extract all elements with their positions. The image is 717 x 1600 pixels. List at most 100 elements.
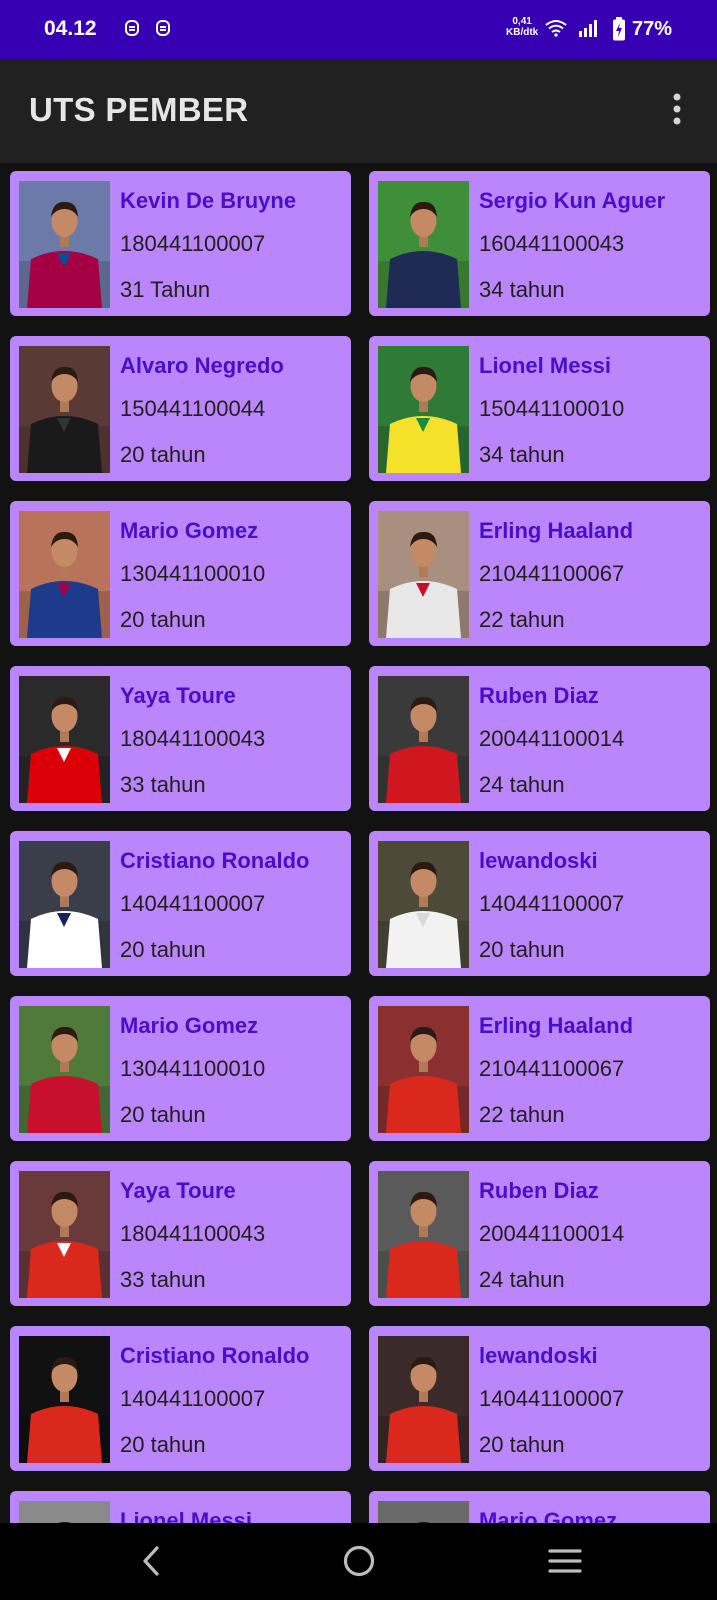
player-photo: [378, 511, 469, 638]
player-name: Cristiano Ronaldo: [120, 848, 310, 873]
player-name: Mario Gomez: [120, 518, 259, 543]
player-card[interactable]: Alvaro Negredo 150441100044 20 tahun: [10, 336, 351, 481]
status-bar: 04.12 0,41 KB/dtk 77%: [0, 0, 717, 59]
player-nim: 160441100043: [479, 231, 625, 256]
page-title: UTS PEMBER: [29, 91, 249, 128]
player-name: Lionel Messi: [120, 1508, 253, 1523]
player-photo: [19, 1336, 110, 1463]
signal-icon: [578, 19, 600, 42]
player-nim: 140441100007: [120, 891, 266, 916]
player-name: Erling Haaland: [479, 518, 634, 543]
player-name: Alvaro Negredo: [120, 353, 284, 378]
player-age: 24 tahun: [479, 772, 565, 797]
player-photo: [19, 511, 110, 638]
player-age: 34 tahun: [479, 277, 565, 302]
player-nim: 150441100010: [479, 396, 625, 421]
player-name: Kevin De Bruyne: [120, 188, 297, 213]
player-name: lewandoski: [479, 1343, 598, 1368]
player-nim: 140441100007: [479, 891, 625, 916]
player-card[interactable]: lewandoski 140441100007 20 tahun: [369, 1326, 710, 1471]
player-card[interactable]: Mario Gomez: [369, 1491, 710, 1523]
player-card[interactable]: Cristiano Ronaldo 140441100007 20 tahun: [10, 831, 351, 976]
player-age: 20 tahun: [120, 1102, 206, 1127]
player-age: 24 tahun: [479, 1267, 565, 1292]
app-bar: UTS PEMBER: [0, 59, 717, 163]
player-nim: 180441100043: [120, 1221, 266, 1246]
player-age: 20 tahun: [120, 1432, 206, 1457]
wifi-icon: [545, 19, 567, 42]
player-name: Cristiano Ronaldo: [120, 1343, 310, 1368]
player-age: 20 tahun: [120, 442, 206, 467]
player-photo: [378, 346, 469, 473]
player-nim: 210441100067: [479, 1056, 625, 1081]
player-card[interactable]: Lionel Messi 150441100010 34 tahun: [369, 336, 710, 481]
status-time: 04.12: [44, 17, 97, 40]
player-card[interactable]: Ruben Diaz 200441100014 24 tahun: [369, 1161, 710, 1306]
player-photo: [19, 676, 110, 803]
player-photo: [378, 676, 469, 803]
home-icon[interactable]: [339, 1541, 379, 1581]
player-photo: [19, 841, 110, 968]
more-vert-icon[interactable]: [662, 89, 692, 129]
player-name: Lionel Messi: [479, 353, 612, 378]
player-name: Ruben Diaz: [479, 1178, 599, 1203]
player-nim: 210441100067: [479, 561, 625, 586]
player-name: Sergio Kun Aguer: [479, 188, 666, 213]
player-name: Mario Gomez: [479, 1508, 618, 1523]
player-nim: 180441100007: [120, 231, 266, 256]
player-photo: [378, 1171, 469, 1298]
player-card[interactable]: Erling Haaland 210441100067 22 tahun: [369, 996, 710, 1141]
player-age: 33 tahun: [120, 1267, 206, 1292]
player-name: Ruben Diaz: [479, 683, 599, 708]
player-age: 34 tahun: [479, 442, 565, 467]
player-card[interactable]: Kevin De Bruyne 180441100007 31 Tahun: [10, 171, 351, 316]
player-nim: 180441100043: [120, 726, 266, 751]
player-age: 22 tahun: [479, 1102, 565, 1127]
player-photo: [378, 1501, 469, 1523]
player-photo: [19, 346, 110, 473]
player-photo: [378, 1336, 469, 1463]
player-photo: [378, 1006, 469, 1133]
player-card[interactable]: Yaya Toure 180441100043 33 tahun: [10, 666, 351, 811]
battery-charging-icon: [612, 17, 626, 46]
back-icon[interactable]: [132, 1541, 172, 1581]
navigation-bar: [0, 1523, 717, 1600]
player-photo: [19, 1171, 110, 1298]
player-grid: Kevin De Bruyne 180441100007 31 Tahun Sergi…: [0, 163, 717, 1523]
player-nim: 140441100007: [479, 1386, 625, 1411]
player-photo: [19, 181, 110, 308]
player-age: 31 Tahun: [120, 277, 211, 302]
player-nim: 130441100010: [120, 1056, 266, 1081]
player-card[interactable]: Mario Gomez 130441100010 20 tahun: [10, 996, 351, 1141]
player-age: 20 tahun: [479, 1432, 565, 1457]
player-age: 20 tahun: [479, 937, 565, 962]
player-card[interactable]: Sergio Kun Aguer 160441100043 34 tahun: [369, 171, 710, 316]
player-photo: [378, 181, 469, 308]
player-name: Yaya Toure: [120, 1178, 236, 1203]
player-nim: 130441100010: [120, 561, 266, 586]
player-nim: 140441100007: [120, 1386, 266, 1411]
player-photo: [19, 1501, 110, 1523]
player-nim: 200441100014: [479, 726, 625, 751]
player-card[interactable]: Ruben Diaz 200441100014 24 tahun: [369, 666, 710, 811]
player-photo: [378, 841, 469, 968]
player-card[interactable]: Mario Gomez 130441100010 20 tahun: [10, 501, 351, 646]
player-card[interactable]: Erling Haaland 210441100067 22 tahun: [369, 501, 710, 646]
player-card[interactable]: Yaya Toure 180441100043 33 tahun: [10, 1161, 351, 1306]
player-card[interactable]: Lionel Messi: [10, 1491, 351, 1523]
player-card[interactable]: lewandoski 140441100007 20 tahun: [369, 831, 710, 976]
player-age: 22 tahun: [479, 607, 565, 632]
player-name: Mario Gomez: [120, 1013, 259, 1038]
notification-icon: [124, 18, 140, 38]
player-nim: 150441100044: [120, 396, 266, 421]
player-card[interactable]: Cristiano Ronaldo 140441100007 20 tahun: [10, 1326, 351, 1471]
notification-icon: [155, 18, 171, 38]
network-speed: 0,41 KB/dtk: [506, 16, 539, 38]
recents-icon[interactable]: [545, 1541, 585, 1581]
player-age: 20 tahun: [120, 937, 206, 962]
player-nim: 200441100014: [479, 1221, 625, 1246]
player-name: lewandoski: [479, 848, 598, 873]
battery-percent: 77%: [632, 18, 673, 40]
player-age: 20 tahun: [120, 607, 206, 632]
player-age: 33 tahun: [120, 772, 206, 797]
